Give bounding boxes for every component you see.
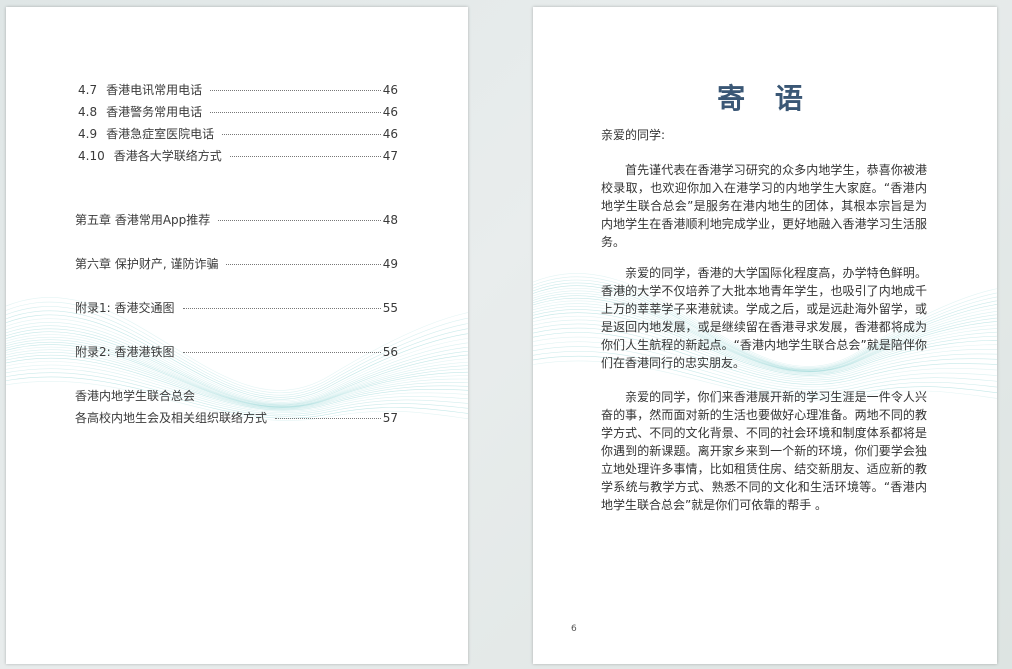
dot-leader (182, 352, 381, 353)
paragraph: 亲爱的同学，香港的大学国际化程度高，办学特色鲜明。香港的大学不仅培养了大批本地青… (601, 266, 927, 370)
toc-entry-page: 57 (382, 411, 398, 425)
toc-entry-page: 47 (382, 149, 398, 163)
page-title: 寄 语 (717, 82, 813, 115)
dot-leader (210, 90, 381, 91)
toc-entry-number: 4.8 (78, 105, 98, 119)
toc-entry-title: 各高校内地生会及相关组织联络方式 (75, 411, 268, 425)
dot-leader (218, 220, 381, 221)
toc-entry-organization-line1: 香港内地学生联合总会 (75, 389, 196, 403)
paragraph: 首先谨代表在香港学习研究的众多内地学生，恭喜你被港校录取，也欢迎你加入在港学习的… (601, 163, 927, 249)
toc-entry-title: 附录1: 香港交通图 (75, 301, 175, 315)
dot-leader (222, 134, 381, 135)
toc-entry-title: 第五章 香港常用App推荐 (75, 213, 211, 227)
paragraph: 亲爱的同学，你们来香港展开新的学习生涯是一件令人兴奋的事，然而面对新的生活也要做… (601, 390, 927, 512)
dot-leader (210, 112, 381, 113)
toc-entry-appendix-1[interactable]: 附录1: 香港交通图 55 (75, 299, 398, 316)
dot-leader (229, 156, 381, 157)
toc-entry-title: 香港电讯常用电话 (106, 83, 203, 97)
right-page: 寄 语 亲爱的同学: 首先谨代表在香港学习研究的众多内地学生，恭喜你被港校录取，… (533, 7, 997, 664)
toc-entry[interactable]: 4.10 香港各大学联络方式 47 (78, 147, 398, 164)
wave-decoration (6, 297, 468, 421)
toc-entry-chapter-5[interactable]: 第五章 香港常用App推荐 48 (75, 211, 398, 228)
toc-entry[interactable]: 4.7 香港电讯常用电话 46 (78, 81, 398, 98)
toc-entry-title: 香港各大学联络方式 (113, 149, 222, 163)
toc-entry-title: 香港急症室医院电话 (106, 127, 215, 141)
toc-entry-title: 附录2: 香港港铁图 (75, 345, 175, 359)
toc-entry-number: 4.9 (78, 127, 98, 141)
toc-entry-page: 49 (382, 257, 398, 271)
toc-entry-title: 香港警务常用电话 (106, 105, 203, 119)
page-number: 6 (571, 624, 577, 634)
toc-entry-page: 55 (382, 301, 398, 315)
toc-entry-organization[interactable]: 各高校内地生会及相关组织联络方式 57 (75, 409, 398, 426)
dot-leader (275, 418, 381, 419)
toc-entry-appendix-2[interactable]: 附录2: 香港港铁图 56 (75, 343, 398, 360)
toc-entry-page: 46 (382, 105, 398, 119)
toc-entry-page: 46 (382, 127, 398, 141)
toc-entry-page: 48 (382, 213, 398, 227)
dot-leader (182, 308, 381, 309)
toc-entry-number: 4.10 (78, 149, 105, 163)
toc-entry-chapter-6[interactable]: 第六章 保护财产, 谨防诈骗 49 (75, 255, 398, 272)
toc-entry[interactable]: 4.8 香港警务常用电话 46 (78, 103, 398, 120)
toc-entry-page: 46 (382, 83, 398, 97)
toc-entry-number: 4.7 (78, 83, 98, 97)
toc-entry-title: 第六章 保护财产, 谨防诈骗 (75, 257, 219, 271)
left-page: 4.7 香港电讯常用电话 46 4.8 香港警务常用电话 46 4.9 香港急症… (6, 7, 468, 664)
toc-entry-page: 56 (382, 345, 398, 359)
dot-leader (226, 264, 381, 265)
toc-entry[interactable]: 4.9 香港急症室医院电话 46 (78, 125, 398, 142)
salutation: 亲爱的同学: (601, 128, 666, 142)
